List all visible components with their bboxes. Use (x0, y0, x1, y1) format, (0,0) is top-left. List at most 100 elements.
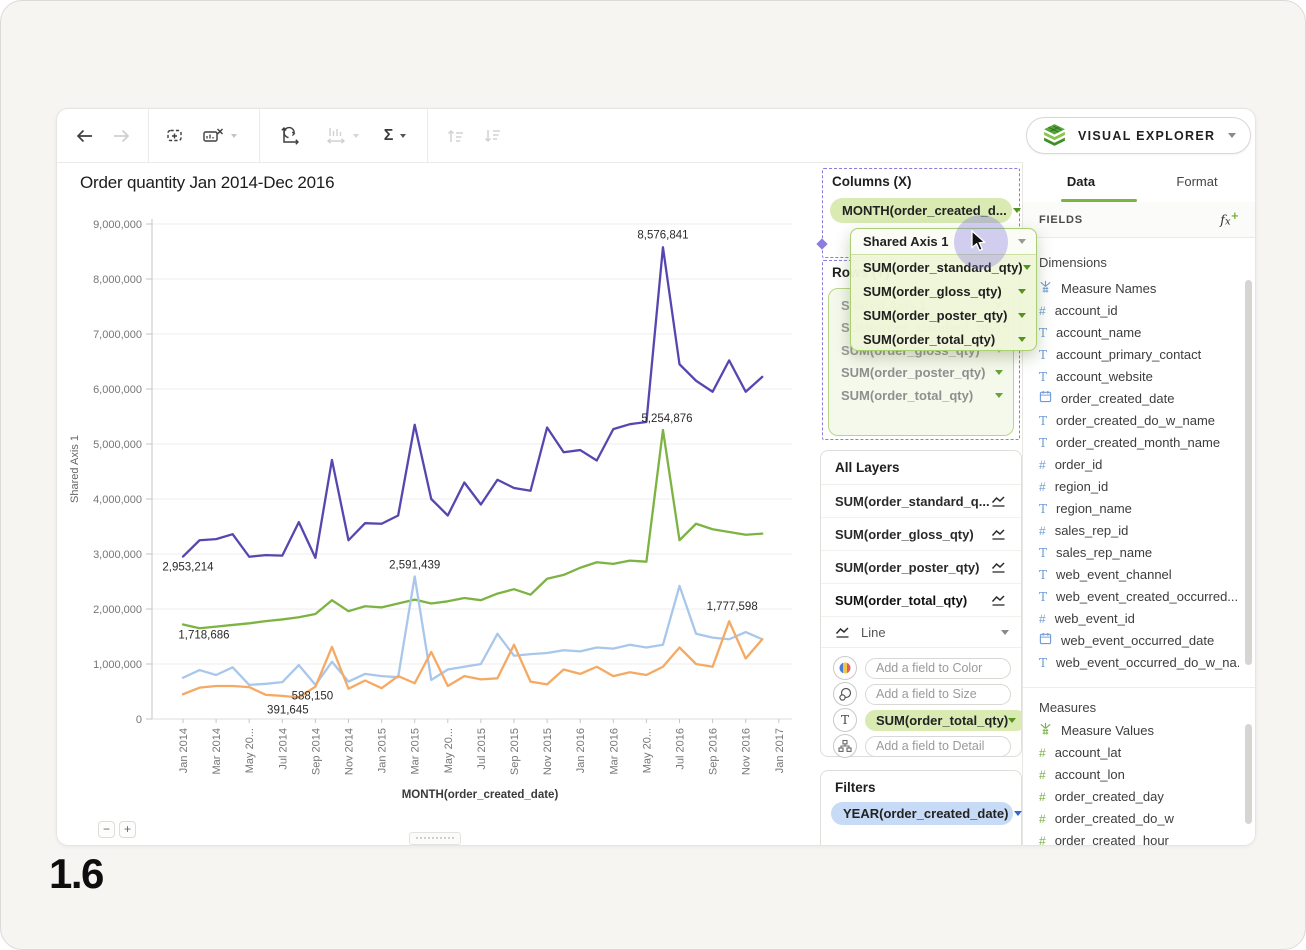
text-well-button[interactable]: T (833, 708, 857, 732)
dimension-item[interactable]: Tweb_event_occurred_do_w_na... (1039, 651, 1239, 673)
text-icon: T (1039, 347, 1047, 362)
svg-text:2,591,439: 2,591,439 (389, 559, 440, 571)
tab-format[interactable]: Format (1139, 162, 1255, 202)
line-chart-icon (991, 594, 1009, 606)
layer-item[interactable]: SUM(order_gloss_qty) (821, 518, 1021, 551)
svg-text:Mar 2015: Mar 2015 (410, 728, 422, 774)
dimension-item[interactable]: Taccount_primary_contact (1039, 343, 1239, 365)
rows-shelf-item[interactable]: SUM(order_poster_qty) (841, 362, 1003, 385)
text-icon: T (1039, 501, 1047, 516)
zoom-in-button[interactable]: + (119, 821, 136, 838)
dimension-item[interactable]: Tweb_event_created_occurred... (1039, 585, 1239, 607)
layers-panel-title: All Layers (821, 451, 1021, 485)
layer-label: SUM(order_gloss_qty) (835, 527, 974, 542)
layer-label: SUM(order_standard_q... (835, 494, 990, 509)
measure-item[interactable]: Measure Values (1039, 719, 1239, 741)
dimension-item[interactable]: web_event_occurred_date (1039, 629, 1239, 651)
measure-item[interactable]: #order_created_do_w (1039, 807, 1239, 829)
svg-text:0: 0 (136, 714, 142, 726)
well-pill-filled[interactable]: SUM(order_total_qty) (865, 710, 1027, 731)
calendar-icon (1039, 632, 1052, 648)
svg-text:391,645: 391,645 (267, 704, 309, 716)
dimension-item[interactable]: #sales_rep_id (1039, 519, 1239, 541)
dimension-item[interactable]: Tweb_event_channel (1039, 563, 1239, 585)
dimensions-scrollbar-thumb[interactable] (1245, 280, 1252, 665)
chevron-down-icon (231, 134, 237, 138)
svg-text:Jan 2016: Jan 2016 (575, 728, 587, 773)
dimension-item[interactable]: # account_id (1039, 299, 1239, 321)
svg-text:Sep 2016: Sep 2016 (708, 728, 720, 775)
version-label: 1.6 (49, 850, 103, 898)
axis-dropdown-item[interactable]: SUM(order_poster_qty) (851, 303, 1036, 327)
axis-dropdown-item[interactable]: SUM(order_total_qty) (851, 327, 1036, 351)
forward-button[interactable] (107, 122, 137, 150)
number-icon: # (1039, 833, 1046, 847)
remove-visualization-button[interactable] (198, 122, 240, 150)
add-formula-button[interactable]: fx+ (1220, 211, 1239, 228)
well-pill-empty[interactable]: Add a field to Color (865, 658, 1011, 679)
number-icon: # (1039, 811, 1046, 826)
visual-explorer-button[interactable]: VISUAL EXPLORER (1026, 117, 1251, 154)
color-well-button[interactable] (833, 656, 857, 680)
mark-type-select[interactable]: Line (821, 617, 1021, 648)
fields-panel: Data Format FIELDS fx+ Dimensions Measur… (1022, 162, 1255, 845)
text-icon: T (1039, 545, 1047, 560)
well-pill-empty[interactable]: Add a field to Detail (865, 736, 1011, 757)
field-label: Measure Names (1061, 281, 1156, 296)
well-row: Add a field to Detail (821, 733, 1021, 759)
measure-item[interactable]: #order_created_day (1039, 785, 1239, 807)
dimension-item[interactable]: #order_id (1039, 453, 1239, 475)
svg-text:Mar 2016: Mar 2016 (608, 728, 620, 774)
filter-pill-label: YEAR(order_created_date) (843, 806, 1008, 821)
dimension-item[interactable]: Taccount_name (1039, 321, 1239, 343)
dimension-item[interactable]: order_created_date (1039, 387, 1239, 409)
color-well-icon (838, 661, 852, 675)
add-visualization-button[interactable] (161, 122, 191, 150)
well-pill-empty[interactable]: Add a field to Size (865, 684, 1011, 705)
dimension-item[interactable]: #web_event_id (1039, 607, 1239, 629)
bar-width-button[interactable] (319, 122, 363, 150)
measure-item[interactable]: #account_lon (1039, 763, 1239, 785)
dimension-item[interactable]: Tregion_name (1039, 497, 1239, 519)
detail-well-button[interactable] (833, 734, 857, 758)
tab-data[interactable]: Data (1023, 162, 1139, 202)
measure-item[interactable]: #order_created_hour (1039, 829, 1239, 846)
chevron-down-icon (995, 393, 1003, 398)
filter-pill[interactable]: YEAR(order_created_date) (831, 802, 1013, 825)
dimension-item[interactable]: #region_id (1039, 475, 1239, 497)
aggregate-button[interactable]: Σ (375, 122, 415, 150)
sort-descending-button[interactable] (477, 122, 507, 150)
field-label: web_event_channel (1056, 567, 1172, 582)
measures-scrollbar-thumb[interactable] (1245, 724, 1252, 824)
field-label: web_event_occurred_do_w_na... (1056, 655, 1239, 670)
field-label: account_id (1055, 303, 1118, 318)
filters-panel: Filters YEAR(order_created_date) (820, 770, 1022, 846)
shared-axis-dropdown-header[interactable]: Shared Axis 1 (851, 229, 1036, 255)
layer-item[interactable]: SUM(order_standard_q... (821, 485, 1021, 518)
back-button[interactable] (69, 122, 99, 150)
dimension-item[interactable]: Torder_created_do_w_name (1039, 409, 1239, 431)
number-icon: # (1039, 457, 1046, 472)
sort-ascending-button[interactable] (440, 122, 470, 150)
layer-item[interactable]: SUM(order_poster_qty) (821, 551, 1021, 584)
dimension-item[interactable]: Measure Names (1039, 277, 1239, 299)
dimension-item[interactable]: Taccount_website (1039, 365, 1239, 387)
svg-text:1,000,000: 1,000,000 (93, 659, 142, 671)
dimension-item[interactable]: Torder_created_month_name (1039, 431, 1239, 453)
zoom-out-button[interactable]: − (98, 821, 115, 838)
layers-list: SUM(order_standard_q... SUM(order_gloss_q… (821, 485, 1021, 617)
dimension-item[interactable]: Tsales_rep_name (1039, 541, 1239, 563)
layer-item[interactable]: SUM(order_total_qty) (821, 584, 1021, 617)
axis-dropdown-item[interactable]: SUM(order_standard_qty) (851, 255, 1036, 279)
measure-item[interactable]: #account_lat (1039, 741, 1239, 763)
drag-handle[interactable] (409, 832, 461, 845)
svg-text:588,150: 588,150 (292, 691, 334, 703)
size-well-button[interactable] (833, 682, 857, 706)
text-icon: T (1039, 413, 1047, 428)
number-icon: # (1039, 303, 1046, 318)
axis-dropdown-item[interactable]: SUM(order_gloss_qty) (851, 279, 1036, 303)
svg-text:Shared Axis 1: Shared Axis 1 (69, 435, 81, 503)
fields-divider (1023, 687, 1255, 688)
swap-axes-button[interactable] (273, 122, 305, 150)
rows-shelf-item[interactable]: SUM(order_total_qty) (841, 384, 1003, 407)
